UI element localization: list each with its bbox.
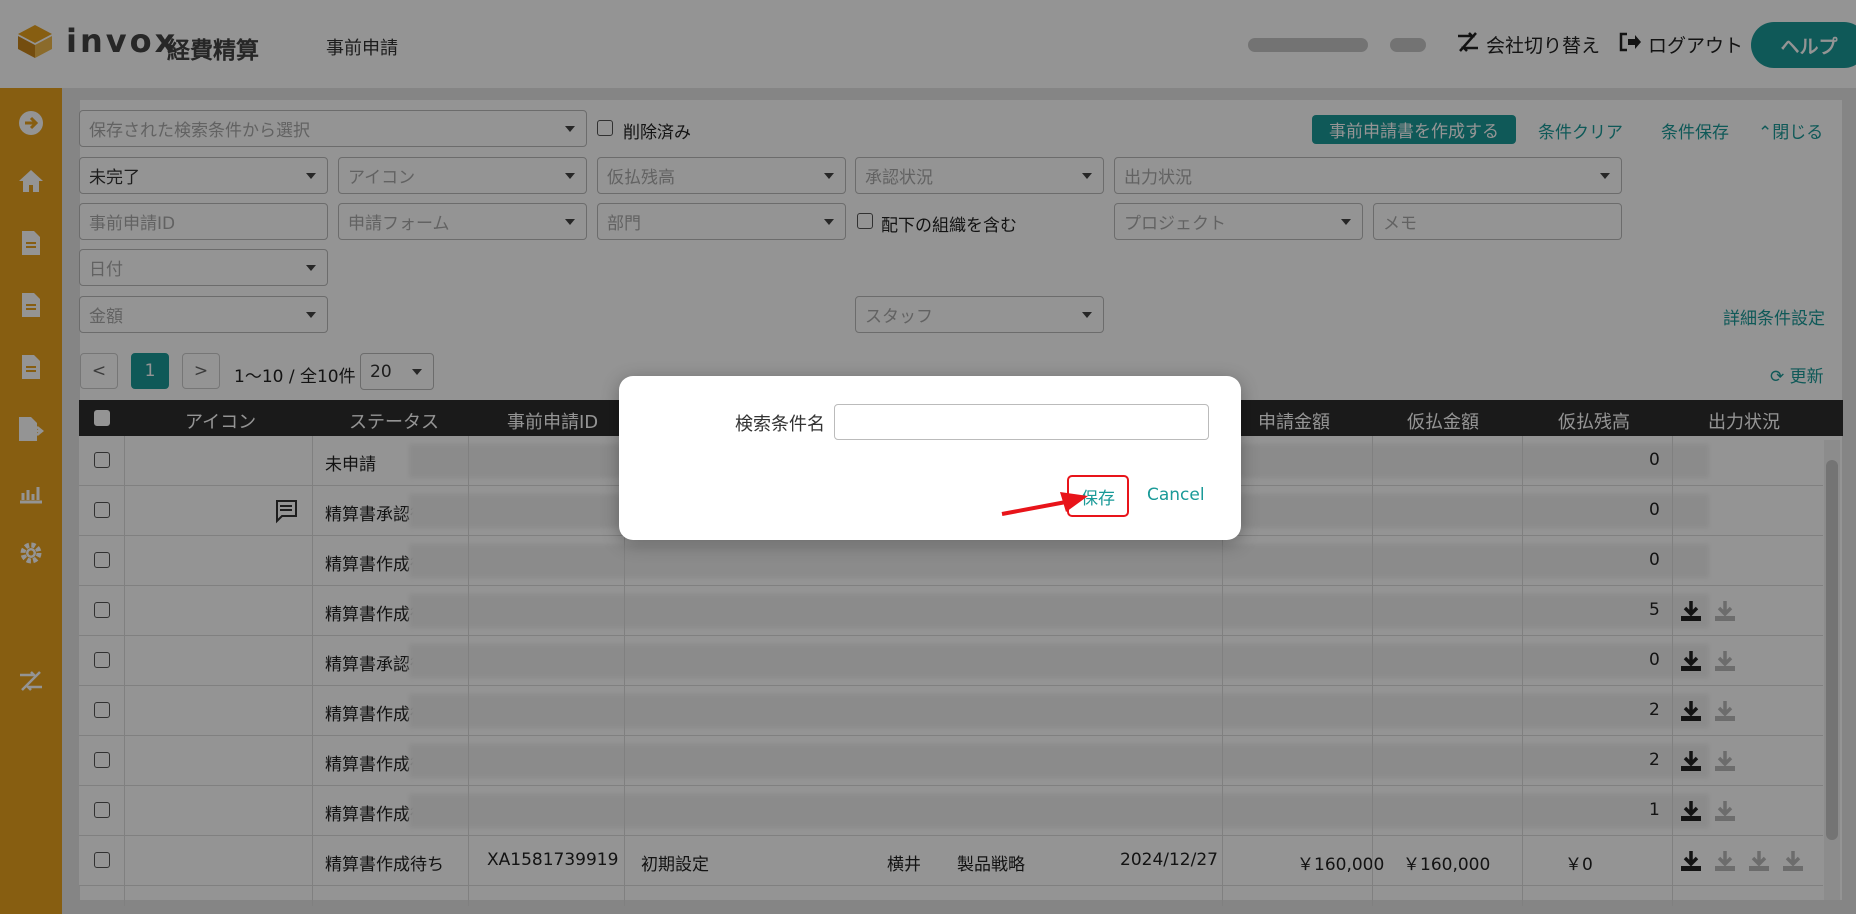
- red-arrow-annotation: [1001, 492, 1088, 516]
- search-name-input[interactable]: [834, 404, 1209, 440]
- cancel-button[interactable]: Cancel: [1147, 485, 1205, 505]
- search-name-label: 検索条件名: [735, 414, 825, 435]
- save-search-modal: 検索条件名 保存 Cancel: [619, 376, 1241, 540]
